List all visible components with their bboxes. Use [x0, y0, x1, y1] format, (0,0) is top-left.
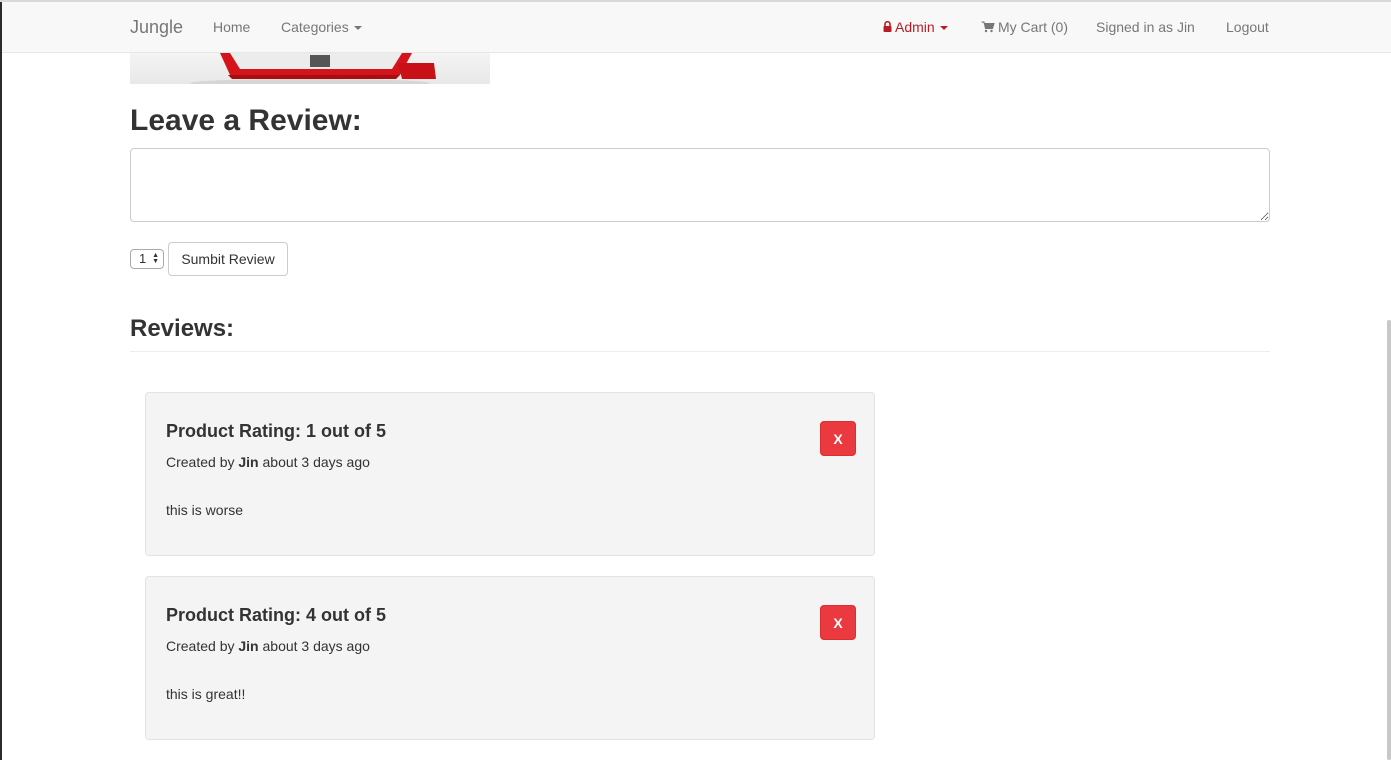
review-rating: Product Rating: 4 out of 5: [166, 605, 386, 625]
brand-link[interactable]: Jungle: [130, 2, 183, 52]
review-author: Jin: [238, 454, 259, 470]
nav-categories-label: Categories: [281, 19, 349, 35]
review-meta: Created by Jin about 3 days ago: [166, 454, 370, 470]
product-image: [130, 53, 490, 84]
select-arrows-icon: ▲ ▼: [152, 252, 159, 265]
review-timestamp: about 3 days ago: [262, 638, 370, 654]
chevron-down-icon: [353, 26, 362, 31]
review-textarea[interactable]: [130, 148, 1270, 222]
review-body: this is worse: [166, 502, 244, 518]
review-meta: Created by Jin about 3 days ago: [166, 638, 370, 654]
review-card: Product Rating: 1 out of 5 Created by Ji…: [145, 392, 875, 556]
delete-review-button[interactable]: X: [820, 421, 856, 456]
nav-home-link[interactable]: Home: [213, 2, 250, 52]
reviews-heading: Reviews:: [130, 315, 235, 342]
navbar: Jungle Home Categories Admin My Cart (0)…: [2, 2, 1391, 53]
review-rating: Product Rating: 1 out of 5: [166, 421, 386, 441]
nav-logout-link[interactable]: Logout: [1226, 2, 1269, 52]
window-edge: [0, 0, 2, 760]
lock-icon: [883, 21, 892, 33]
nav-cart-link[interactable]: My Cart (0): [981, 2, 1068, 52]
delete-review-button[interactable]: X: [820, 605, 856, 640]
review-form-title: Leave a Review:: [130, 104, 362, 137]
rating-select-value: 1: [139, 251, 147, 266]
review-body: this is great!!: [166, 686, 246, 702]
review-created-prefix: Created by: [166, 638, 235, 654]
signed-in-text: Signed in as Jin: [1096, 19, 1195, 35]
nav-cart-label: My Cart (0): [998, 19, 1068, 35]
shopping-cart-icon: [981, 21, 995, 32]
review-created-prefix: Created by: [166, 454, 235, 470]
divider: [130, 351, 1270, 352]
nav-categories-dropdown[interactable]: Categories: [281, 2, 362, 52]
submit-review-button[interactable]: Sumbit Review: [168, 242, 288, 276]
product-image-graphic: [190, 53, 436, 84]
nav-admin-dropdown[interactable]: Admin: [883, 2, 948, 52]
rating-select[interactable]: 1 ▲ ▼: [130, 249, 164, 269]
chevron-down-icon: [939, 26, 948, 31]
review-author: Jin: [238, 638, 259, 654]
review-card: Product Rating: 4 out of 5 Created by Ji…: [145, 576, 875, 740]
review-timestamp: about 3 days ago: [262, 454, 370, 470]
scrollbar[interactable]: [1387, 320, 1391, 760]
nav-admin-label: Admin: [895, 19, 935, 35]
